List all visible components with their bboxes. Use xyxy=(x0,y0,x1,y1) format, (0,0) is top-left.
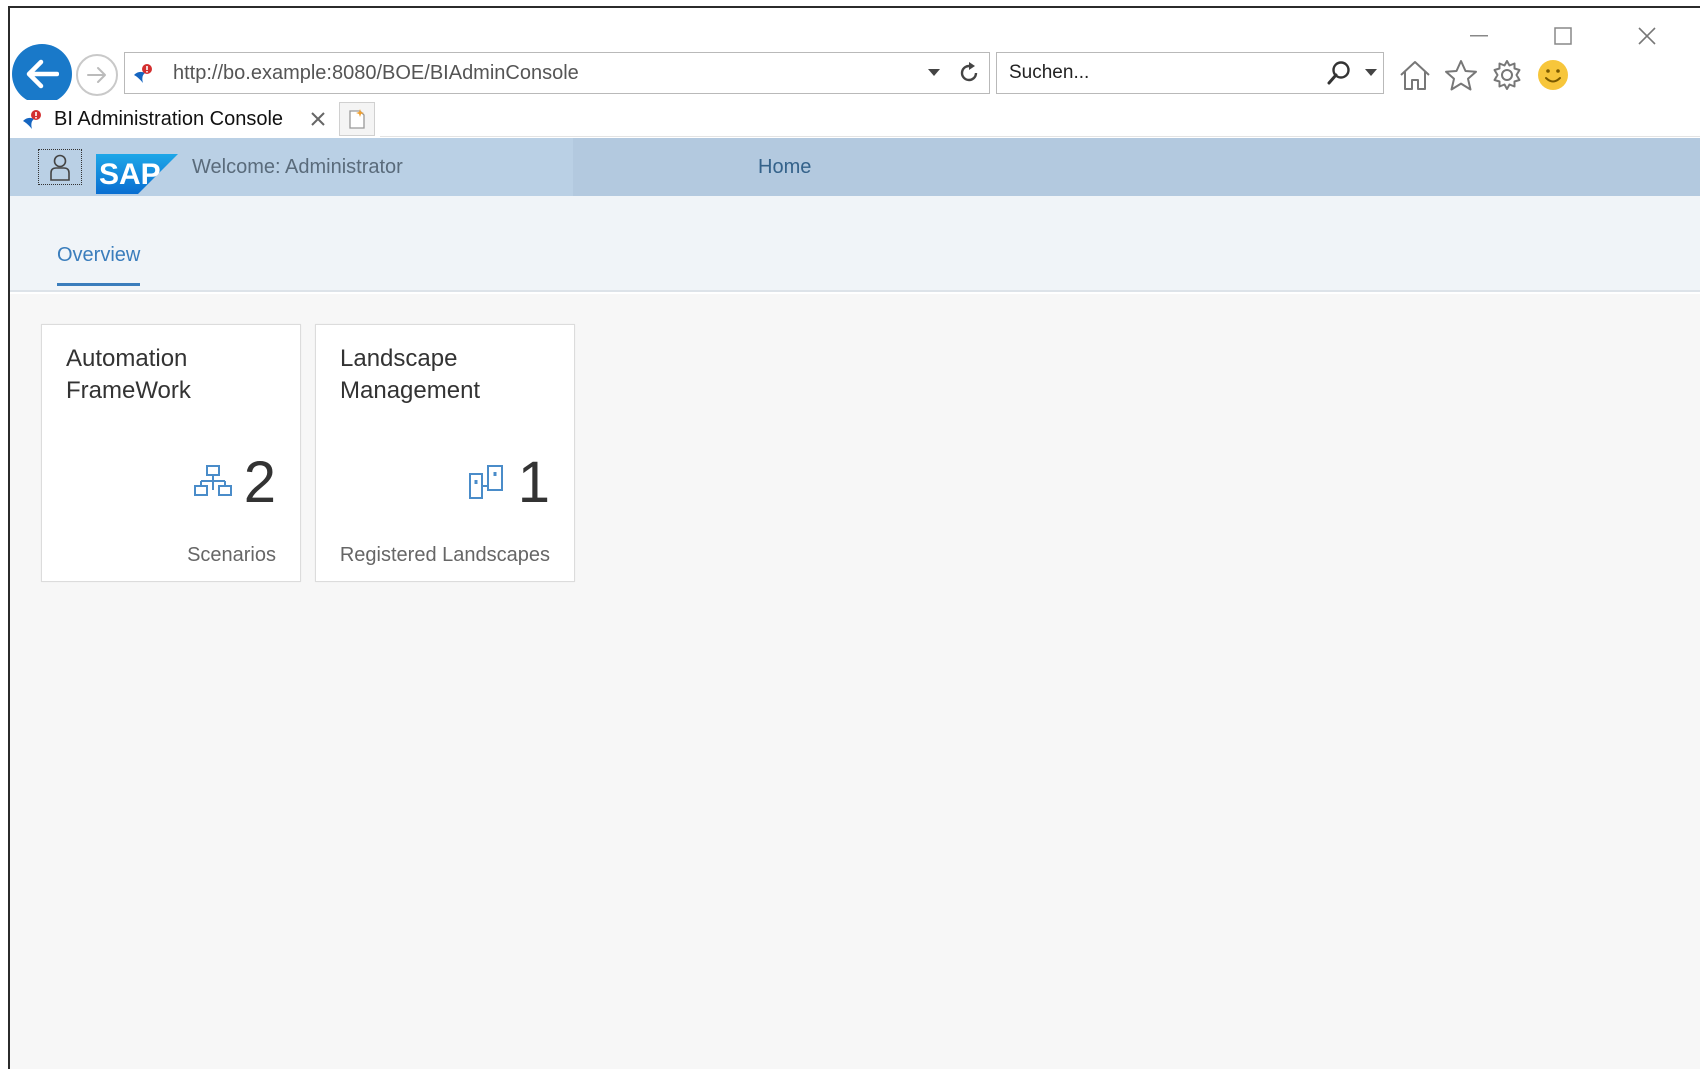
welcome-text: Welcome: Administrator xyxy=(192,156,403,178)
feedback-button[interactable] xyxy=(1534,56,1572,94)
search-dropdown-button[interactable] xyxy=(1359,53,1383,93)
navigation-bar: http://bo.example:8080/BOE/BIAdminConsol… xyxy=(10,44,1700,106)
user-icon xyxy=(50,154,70,181)
arrow-right-icon xyxy=(87,67,106,83)
tile-footer: Registered Landscapes xyxy=(339,544,550,566)
chevron-down-icon xyxy=(928,69,940,76)
chevron-down-icon xyxy=(1365,69,1377,76)
refresh-button[interactable] xyxy=(949,53,989,93)
arrow-left-icon xyxy=(26,59,59,89)
main-content: Automation FrameWork 2 Scenarios Landsca… xyxy=(10,294,1700,1069)
page-tab-bar: Overview xyxy=(10,196,1700,292)
home-icon xyxy=(1400,61,1430,90)
app-header: SAP Welcome: Administrator Home xyxy=(10,138,1700,196)
user-menu-button[interactable] xyxy=(38,149,82,185)
search-button[interactable] xyxy=(1319,53,1359,93)
hierarchy-icon xyxy=(193,465,232,496)
tile-title: Automation FrameWork xyxy=(66,345,191,404)
tile-value: 1 xyxy=(517,450,550,515)
minimize-icon xyxy=(1470,35,1488,37)
browser-window: http://bo.example:8080/BOE/BIAdminConsol… xyxy=(8,6,1700,1069)
star-icon xyxy=(1445,60,1477,91)
tile-footer: Scenarios xyxy=(187,544,276,566)
new-tab-icon xyxy=(349,109,365,129)
tile-value: 2 xyxy=(243,450,276,515)
site-favicon xyxy=(125,53,161,93)
new-tab-button[interactable] xyxy=(339,102,375,136)
address-bar[interactable]: http://bo.example:8080/BOE/BIAdminConsol… xyxy=(124,52,990,94)
header-right-region xyxy=(573,138,1700,196)
favorites-button[interactable] xyxy=(1442,56,1480,94)
refresh-icon xyxy=(960,62,978,82)
tile-kpi: 2 xyxy=(193,450,276,515)
browser-tab-strip: BI Administration Console xyxy=(10,100,1700,138)
sap-logo: SAP xyxy=(96,154,178,194)
settings-button[interactable] xyxy=(1488,56,1526,94)
maximize-icon xyxy=(1554,27,1572,45)
tile-kpi: 1 xyxy=(468,453,550,513)
address-dropdown-button[interactable] xyxy=(919,53,949,93)
close-icon xyxy=(1638,27,1656,45)
tab-title: BI Administration Console xyxy=(54,107,284,130)
home-button[interactable] xyxy=(1396,56,1434,94)
tab-overview[interactable]: Overview xyxy=(57,244,141,286)
sap-logo-text: SAP xyxy=(99,158,161,191)
close-tab-button[interactable] xyxy=(304,105,332,133)
forward-button[interactable] xyxy=(76,54,118,96)
smiley-icon xyxy=(1538,60,1568,90)
bird-icon xyxy=(23,110,41,129)
close-icon xyxy=(311,112,325,126)
tile-title: Landscape Management xyxy=(340,345,481,404)
tab-strip-divider xyxy=(380,136,1700,137)
search-icon xyxy=(1327,61,1350,85)
home-link[interactable]: Home xyxy=(758,156,811,179)
landscape-icon xyxy=(468,465,503,499)
browser-toolbar xyxy=(1396,56,1572,94)
browser-tab[interactable]: BI Administration Console xyxy=(10,100,332,138)
back-button[interactable] xyxy=(12,44,72,104)
address-text[interactable]: http://bo.example:8080/BOE/BIAdminConsol… xyxy=(161,62,919,85)
tile-landscape-management[interactable]: Landscape Management 1 Registered Landsc… xyxy=(315,324,575,582)
search-bar[interactable] xyxy=(996,52,1384,94)
tab-favicon xyxy=(14,101,50,137)
tile-automation-framework[interactable]: Automation FrameWork 2 Scenarios xyxy=(41,324,301,582)
search-input[interactable] xyxy=(997,54,1319,92)
gear-icon xyxy=(1493,60,1521,90)
bird-icon xyxy=(134,64,152,83)
